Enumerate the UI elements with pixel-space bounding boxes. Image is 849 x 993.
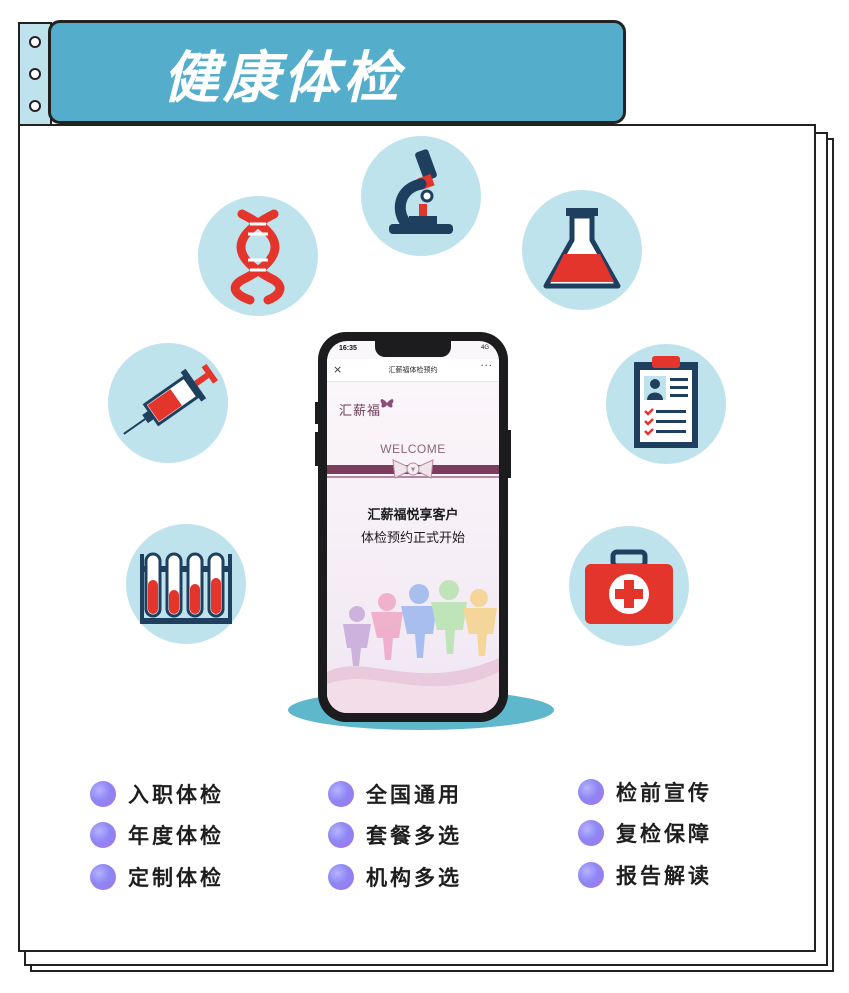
feature-label: 复检保障	[616, 822, 712, 846]
feature-item: 入职体检	[90, 779, 224, 809]
bullet-dot-icon	[328, 781, 354, 807]
dna-icon	[198, 196, 318, 316]
app-nav-bar: × 汇薪福体检预约 ···	[327, 359, 499, 382]
notebook-spine	[18, 22, 52, 126]
nav-title: 汇薪福体检预约	[388, 366, 438, 374]
feature-item: 报告解读	[578, 860, 712, 890]
page-title: 健康体检	[163, 46, 403, 111]
feature-label: 全国通用	[366, 783, 462, 807]
bullet-dot-icon	[578, 820, 604, 846]
smartphone: 16:35 4G × 汇薪福体检预约 ··· 汇薪福 WELCOME ¥ 汇薪福…	[315, 332, 511, 722]
feature-label: 套餐多选	[366, 824, 462, 848]
feature-label: 检前宣传	[616, 781, 712, 805]
phone-button	[508, 430, 511, 478]
feature-item: 定制体检	[90, 862, 224, 892]
promo-title: 汇薪福悦享客户	[367, 508, 459, 523]
ribbon-bow-icon: ¥	[392, 459, 434, 479]
feature-label: 机构多选	[366, 866, 462, 890]
phone-button	[315, 432, 318, 466]
bullet-dot-icon	[328, 864, 354, 890]
binder-ring-icon	[29, 36, 41, 48]
bullet-dot-icon	[578, 779, 604, 805]
butterfly-icon	[380, 399, 394, 408]
flask-icon	[522, 190, 642, 310]
feature-item: 复检保障	[578, 818, 712, 848]
promo-subtitle: 体检预约正式开始	[360, 531, 465, 546]
feature-item: 全国通用	[328, 779, 462, 809]
phone-button	[315, 402, 318, 424]
status-network: 4G	[480, 345, 489, 351]
feature-item: 检前宣传	[578, 777, 712, 807]
feature-label: 入职体检	[128, 783, 224, 807]
feature-item: 机构多选	[328, 862, 462, 892]
bullet-dot-icon	[578, 862, 604, 888]
binder-ring-icon	[29, 68, 41, 80]
feature-label: 年度体检	[128, 824, 224, 848]
title-banner: 健康体检	[48, 20, 626, 124]
binder-ring-icon	[29, 100, 41, 112]
bullet-dot-icon	[90, 864, 116, 890]
promo-page: 汇薪福 WELCOME ¥ 汇薪福悦享客户 体检预约正式开始	[327, 382, 499, 713]
people-illustration	[327, 580, 499, 713]
feature-label: 定制体检	[128, 866, 224, 890]
microscope-icon	[361, 136, 481, 256]
feature-item: 套餐多选	[328, 820, 462, 850]
welcome-text: WELCOME	[380, 442, 446, 456]
feature-label: 报告解读	[616, 864, 712, 888]
phone-notch	[375, 341, 451, 357]
bullet-dot-icon	[90, 781, 116, 807]
first-aid-kit-icon	[569, 526, 689, 646]
svg-text:¥: ¥	[411, 467, 415, 474]
more-icon[interactable]: ···	[480, 361, 493, 372]
medical-record-icon	[606, 344, 726, 464]
bullet-dot-icon	[90, 822, 116, 848]
phone-screen: 16:35 4G × 汇薪福体检预约 ··· 汇薪福 WELCOME ¥ 汇薪福…	[327, 341, 499, 713]
status-time: 16:35	[339, 345, 357, 352]
syringe-icon	[108, 343, 228, 463]
brand-logo: 汇薪福	[339, 404, 382, 419]
feature-item: 年度体检	[90, 820, 224, 850]
bullet-dot-icon	[328, 822, 354, 848]
test-tubes-icon	[126, 524, 246, 644]
